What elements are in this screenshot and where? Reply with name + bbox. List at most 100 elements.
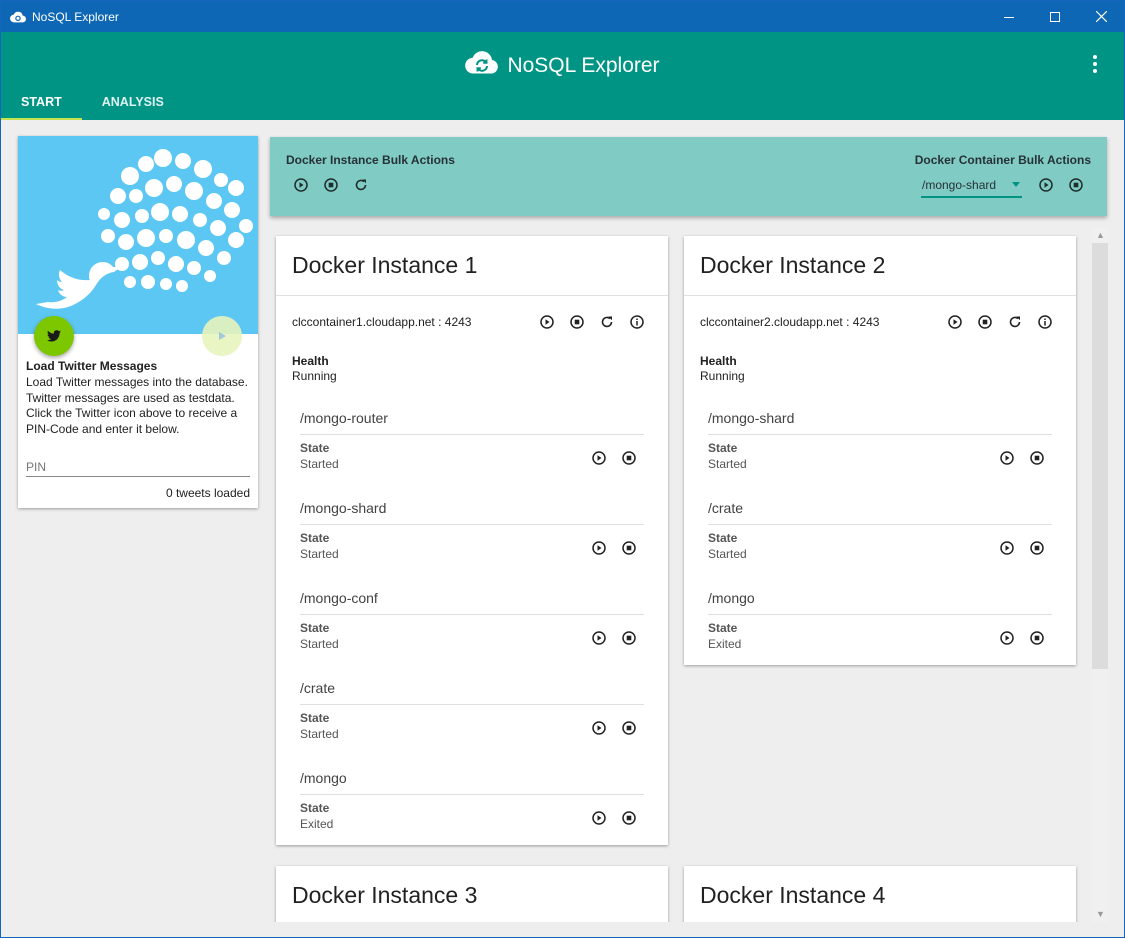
state-label: State [708, 441, 738, 455]
container-select-value: /mongo-shard [922, 177, 997, 192]
bulk-instance-start-button[interactable] [293, 177, 309, 193]
more-vert-icon[interactable] [1092, 54, 1098, 74]
container-stop-button[interactable] [621, 720, 637, 736]
bulk-instance-refresh-button[interactable] [353, 177, 369, 193]
stop-circle-icon [978, 315, 992, 329]
container-start-button[interactable] [999, 540, 1015, 556]
state-value: Started [708, 547, 747, 561]
container-stop-button[interactable] [621, 540, 637, 556]
container-start-button[interactable] [591, 720, 607, 736]
bulk-container-stop-button[interactable] [1068, 177, 1084, 193]
tab-analysis[interactable]: ANALYSIS [82, 84, 184, 120]
instance-start-button[interactable] [947, 314, 963, 330]
brand: NoSQL Explorer [1, 50, 1124, 81]
container-start-button[interactable] [591, 630, 607, 646]
play-circle-icon [592, 541, 606, 555]
instance-title: Docker Instance 3 [276, 866, 668, 922]
close-icon [1095, 11, 1107, 22]
window-titlebar: NoSQL Explorer [1, 1, 1124, 32]
state-value: Started [300, 727, 339, 741]
instance-health: Health Running [276, 348, 668, 383]
tab-bar: START ANALYSIS [1, 84, 184, 120]
cloud-sync-icon [465, 50, 499, 81]
instance-host: clccontainer2.cloudapp.net : 4243 [700, 315, 880, 329]
container-stop-button[interactable] [1029, 540, 1045, 556]
instance-refresh-button[interactable] [1007, 314, 1023, 330]
divider [300, 614, 644, 615]
dropdown-caret-icon [1012, 182, 1020, 187]
container-start-button[interactable] [591, 810, 607, 826]
instance-card: Docker Instance 2 clccontainer2.cloudapp… [684, 236, 1076, 665]
instance-refresh-button[interactable] [599, 314, 615, 330]
cloud-sync-icon [10, 9, 26, 25]
container-stop-button[interactable] [621, 810, 637, 826]
maximize-button[interactable] [1032, 1, 1078, 32]
pin-input[interactable] [26, 458, 250, 477]
container-item: /mongo-shard State Started [708, 383, 1052, 473]
state-value: Started [708, 457, 747, 471]
scroll-up-icon[interactable]: ▲ [1096, 231, 1105, 240]
play-circle-icon [592, 811, 606, 825]
refresh-icon [601, 316, 613, 328]
instance-card: Docker Instance 3 [276, 866, 668, 922]
state-value: Exited [300, 817, 334, 831]
instance-title: Docker Instance 1 [276, 236, 668, 296]
instance-info-button[interactable] [629, 314, 645, 330]
instance-stop-button[interactable] [977, 314, 993, 330]
container-name: /crate [300, 680, 336, 696]
twitter-card: Load Twitter Messages Load Twitter messa… [18, 136, 258, 508]
container-name: /crate [708, 500, 744, 516]
state-label: State [300, 441, 330, 455]
container-start-button[interactable] [999, 630, 1015, 646]
play-circle-icon [1000, 541, 1014, 555]
instance-title: Docker Instance 2 [684, 236, 1076, 296]
divider [300, 524, 644, 525]
load-tweets-button[interactable] [202, 316, 242, 356]
play-circle-icon [592, 451, 606, 465]
container-start-button[interactable] [999, 450, 1015, 466]
instance-card: Docker Instance 4 [684, 866, 1076, 922]
health-value: Running [700, 369, 745, 383]
container-stop-button[interactable] [621, 450, 637, 466]
stop-circle-icon [1030, 451, 1044, 465]
container-select[interactable]: /mongo-shard [921, 173, 1022, 198]
stop-circle-icon [622, 541, 636, 555]
state-label: State [300, 621, 330, 635]
scrollbar-thumb[interactable] [1092, 243, 1108, 669]
scroll-down-icon[interactable]: ▼ [1096, 910, 1105, 919]
instance-host: clccontainer1.cloudapp.net : 4243 [292, 315, 472, 329]
stop-circle-icon [622, 631, 636, 645]
container-stop-button[interactable] [621, 630, 637, 646]
health-value: Running [292, 369, 337, 383]
instance-stop-button[interactable] [569, 314, 585, 330]
play-circle-icon [592, 631, 606, 645]
info-icon [1038, 315, 1052, 329]
container-stop-button[interactable] [1029, 630, 1045, 646]
vertical-scrollbar[interactable]: ▲ ▼ [1092, 228, 1108, 922]
divider [300, 434, 644, 435]
container-name: /mongo [708, 590, 755, 606]
state-label: State [300, 531, 330, 545]
minimize-button[interactable] [986, 1, 1032, 32]
twitter-card-description: Load Twitter messages into the database.… [26, 375, 248, 436]
container-start-button[interactable] [591, 450, 607, 466]
bulk-instance-stop-button[interactable] [323, 177, 339, 193]
instance-info-button[interactable] [1037, 314, 1053, 330]
divider [300, 704, 644, 705]
stop-circle-icon [1069, 178, 1083, 192]
play-circle-icon [1039, 178, 1053, 192]
close-button[interactable] [1078, 1, 1124, 32]
container-stop-button[interactable] [1029, 450, 1045, 466]
tab-start[interactable]: START [1, 84, 82, 120]
container-item: /crate State Started [708, 473, 1052, 563]
stop-circle-icon [570, 315, 584, 329]
twitter-login-button[interactable] [34, 316, 74, 356]
container-start-button[interactable] [591, 540, 607, 556]
instance-start-button[interactable] [539, 314, 555, 330]
divider [300, 794, 644, 795]
state-value: Started [300, 547, 339, 561]
instances-scroll-area[interactable]: Docker Instance 1 clccontainer1.cloudapp… [264, 228, 1112, 922]
bulk-container-start-button[interactable] [1038, 177, 1054, 193]
refresh-icon [355, 179, 367, 191]
state-value: Started [300, 457, 339, 471]
